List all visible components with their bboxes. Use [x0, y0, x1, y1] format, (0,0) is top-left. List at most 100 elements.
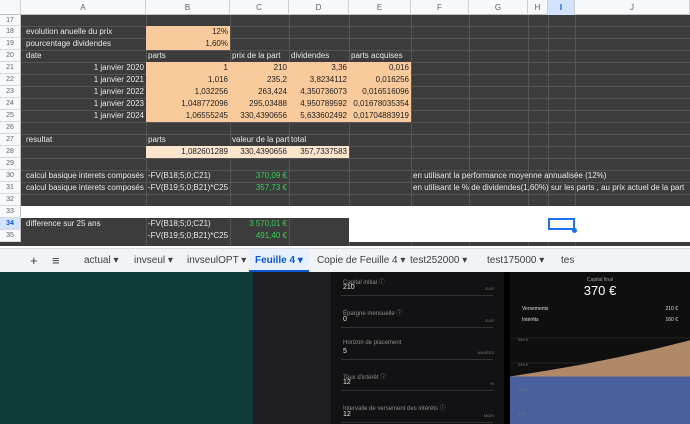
row-header-30[interactable]: 30 [0, 170, 21, 182]
cell-e24[interactable]: 0,01678035354 [349, 98, 411, 110]
cell-c28[interactable]: 330,4390656 [230, 146, 289, 158]
col-header-j[interactable]: J [575, 0, 690, 15]
fill-handle[interactable] [572, 228, 577, 233]
cell-c20[interactable]: prix de la part [230, 50, 289, 62]
cell-c27[interactable]: valeur de la part [230, 134, 289, 146]
cell-b34[interactable]: -FV(B18;5;0;C21) [146, 218, 230, 230]
row-header-31[interactable]: 31 [0, 182, 21, 194]
cell-e21[interactable]: 0,016 [349, 62, 411, 74]
cell-e20[interactable]: parts acquises [349, 50, 411, 62]
cell-b35[interactable]: -FV(B19;5;0;B21)*C25 [146, 230, 230, 242]
cell-a18[interactable]: evolution anuelle du prix [24, 26, 146, 38]
cell-a30[interactable]: calcul basique interets composés [24, 170, 146, 182]
cell-b23[interactable]: 1,032256 [146, 86, 230, 98]
cell-b27[interactable]: parts [146, 134, 230, 146]
row-header-29[interactable]: 29 [0, 158, 21, 170]
cell-f31[interactable]: en utilisant le % de dividendes(1,60%) s… [411, 182, 690, 194]
cell-a22[interactable]: 1 janvier 2021 [24, 74, 146, 86]
epargne-input[interactable]: 0 [343, 316, 347, 323]
cell-d27[interactable]: total [289, 134, 349, 146]
cell-b24[interactable]: 1,048772096 [146, 98, 230, 110]
row-header-25[interactable]: 25 [0, 110, 21, 122]
cell-d24[interactable]: 4,950789592 [289, 98, 349, 110]
add-sheet-button[interactable]: + [30, 249, 38, 272]
capital-input[interactable]: 210 [343, 284, 355, 291]
cell-c22[interactable]: 235,2 [230, 74, 289, 86]
cell-b31[interactable]: -FV(B19;5;0;B21)*C25 [146, 182, 230, 194]
cell-a31[interactable]: calcul basique interets composés [24, 182, 146, 194]
cell-b20[interactable]: parts [146, 50, 230, 62]
cell-d20[interactable]: dividendes [289, 50, 349, 62]
col-header-c[interactable]: C [230, 0, 289, 15]
row-header-28[interactable]: 28 [0, 146, 21, 158]
col-header-h[interactable]: H [528, 0, 548, 15]
row-header-33[interactable]: 33 [0, 206, 21, 218]
cell-d28[interactable]: 357,7337583 [289, 146, 349, 158]
cell-e22[interactable]: 0,016256 [349, 74, 411, 86]
tab-feuille-4[interactable]: Feuille 4 ▾ [249, 249, 309, 272]
cell-c35[interactable]: 491,40 € [230, 230, 289, 242]
cell-a23[interactable]: 1 janvier 2022 [24, 86, 146, 98]
cell-a24[interactable]: 1 janvier 2023 [24, 98, 146, 110]
row-header-32[interactable]: 32 [0, 194, 21, 206]
cell-c24[interactable]: 295,03488 [230, 98, 289, 110]
row-header-19[interactable]: 19 [0, 38, 21, 50]
row-header-17[interactable]: 17 [0, 15, 21, 26]
cell-a19[interactable]: pourcentage dividendes [24, 38, 146, 50]
row-header-22[interactable]: 22 [0, 74, 21, 86]
horizon-input[interactable]: 5 [343, 348, 347, 355]
cell-b21[interactable]: 1 [146, 62, 230, 74]
cell-d22[interactable]: 3,8234112 [289, 74, 349, 86]
row-header-21[interactable]: 21 [0, 62, 21, 74]
cell-b30[interactable]: -FV(B18;5;0;C21) [146, 170, 230, 182]
cell-e25[interactable]: 0,01704883919 [349, 110, 411, 122]
cell-a25[interactable]: 1 janvier 2024 [24, 110, 146, 122]
spreadsheet-grid[interactable]: A B C D E F G H I J 17 18 19 20 21 22 23… [0, 0, 690, 246]
selected-cell-i34[interactable] [548, 218, 575, 230]
col-header-e[interactable]: E [349, 0, 411, 15]
cell-d21[interactable]: 3,36 [289, 62, 349, 74]
row-header-20[interactable]: 20 [0, 50, 21, 62]
cell-b25[interactable]: 1,06555245 [146, 110, 230, 122]
cell-c31[interactable]: 357,73 € [230, 182, 289, 194]
cell-b22[interactable]: 1,016 [146, 74, 230, 86]
row-header-26[interactable]: 26 [0, 122, 21, 134]
col-header-g[interactable]: G [469, 0, 528, 15]
cell-c34[interactable]: 3 570,01 € [230, 218, 289, 230]
col-header-a[interactable]: A [21, 0, 146, 15]
cell-d25[interactable]: 5,633602492 [289, 110, 349, 122]
cell-b19[interactable]: 1,60% [146, 38, 230, 50]
row-header-34[interactable]: 34 [0, 218, 21, 230]
cell-b18[interactable]: 12% [146, 26, 230, 38]
cell-a34[interactable]: difference sur 25 ans [24, 218, 146, 230]
cell-c25[interactable]: 330,4390656 [230, 110, 289, 122]
col-header-d[interactable]: D [289, 0, 349, 15]
col-header-f[interactable]: F [411, 0, 469, 15]
taux-input[interactable]: 12 [343, 379, 351, 386]
col-header-b[interactable]: B [146, 0, 230, 15]
tab-tes[interactable]: tes [555, 249, 580, 272]
cell-e23[interactable]: 0,016516096 [349, 86, 411, 98]
row-header-24[interactable]: 24 [0, 98, 21, 110]
row-header-35[interactable]: 35 [0, 230, 21, 242]
tab-invseul[interactable]: invseul ▾ [128, 249, 179, 272]
cell-d23[interactable]: 4,350736073 [289, 86, 349, 98]
row-header-27[interactable]: 27 [0, 134, 21, 146]
row-header-18[interactable]: 18 [0, 26, 21, 38]
cell-a21[interactable]: 1 janvier 2020 [24, 62, 146, 74]
cell-c30[interactable]: 370,09 € [230, 170, 289, 182]
tab-invseulopt[interactable]: invseulOPT ▾ [181, 249, 252, 272]
cell-f30[interactable]: en utilisant la performance moyenne annu… [411, 170, 690, 182]
corner-cell[interactable] [0, 0, 21, 15]
all-sheets-menu-icon[interactable]: ≡ [52, 249, 60, 272]
intervalle-input[interactable]: 12 [343, 411, 351, 418]
tab-copie-de-feuille-4[interactable]: Copie de Feuille 4 ▾ [311, 249, 411, 272]
col-header-i[interactable]: I [548, 0, 575, 15]
tab-test252000[interactable]: test252000 ▾ [404, 249, 473, 272]
row-header-23[interactable]: 23 [0, 86, 21, 98]
cell-c21[interactable]: 210 [230, 62, 289, 74]
cell-b28[interactable]: 1,082601289 [146, 146, 230, 158]
tab-actual[interactable]: actual ▾ [78, 249, 125, 272]
cell-a27[interactable]: resultat [24, 134, 146, 146]
cell-a20[interactable]: date [24, 50, 146, 62]
